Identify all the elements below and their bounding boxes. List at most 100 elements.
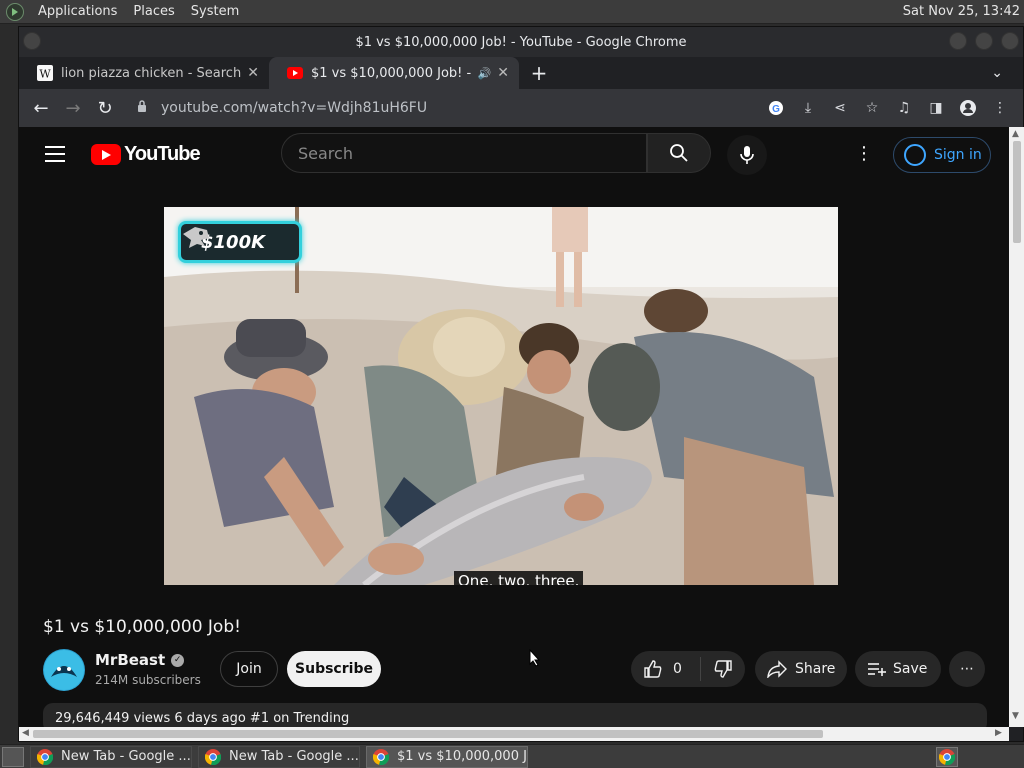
- share-arrow-icon: [767, 660, 787, 678]
- youtube-logo[interactable]: YouTube: [91, 143, 201, 166]
- google-lens-icon[interactable]: G: [763, 95, 789, 121]
- dinosaur-skull-icon: [183, 227, 209, 248]
- tab-search[interactable]: W lion piazza chicken - Search re ✕: [19, 57, 269, 89]
- new-tab-icon[interactable]: +: [525, 59, 553, 87]
- show-desktop-button[interactable]: [2, 746, 24, 767]
- speaker-icon[interactable]: 🔊: [478, 67, 492, 80]
- media-control-icon[interactable]: ♫: [891, 95, 917, 121]
- scroll-down-icon[interactable]: ▼: [1012, 711, 1019, 721]
- taskbar-item[interactable]: New Tab - Google ...: [30, 745, 192, 768]
- bottom-taskbar: New Tab - Google ... New Tab - Google ..…: [0, 744, 1024, 768]
- vertical-scrollbar[interactable]: ▲ ▼: [1009, 127, 1024, 727]
- window-menu-icon[interactable]: [23, 32, 41, 50]
- verified-check-icon: ✓: [171, 653, 185, 667]
- tab-title: lion piazza chicken - Search re: [61, 65, 242, 81]
- channel-row: MrBeast ✓ 214M subscribers Join Subscrib…: [43, 649, 993, 693]
- share-label: Share: [795, 661, 836, 677]
- tab-strip: W lion piazza chicken - Search re ✕ $1 v…: [19, 57, 1023, 89]
- channel-name-text[interactable]: MrBeast: [95, 651, 165, 669]
- top-panel: Applications Places System Sat Nov 25, 1…: [0, 0, 1024, 24]
- share-icon[interactable]: ⋖: [827, 95, 853, 121]
- save-button[interactable]: Save: [855, 651, 941, 687]
- system-menu[interactable]: System: [183, 4, 247, 19]
- search-input[interactable]: Search: [281, 133, 647, 173]
- thumbs-up-icon: [644, 660, 662, 678]
- subscribe-button[interactable]: Subscribe: [287, 651, 381, 687]
- video-frame: [164, 207, 838, 585]
- chrome-icon: [939, 749, 955, 765]
- scroll-right-icon[interactable]: ▶: [995, 728, 1002, 738]
- vertical-scroll-thumb[interactable]: [1013, 141, 1021, 243]
- hamburger-menu-icon[interactable]: [45, 146, 65, 162]
- chrome-icon: [373, 748, 389, 765]
- distro-logo-icon[interactable]: [6, 2, 24, 21]
- microphone-icon: [740, 146, 754, 164]
- like-count: 0: [673, 661, 682, 677]
- side-panel-icon[interactable]: ◨: [923, 95, 949, 121]
- youtube-play-icon: [91, 144, 121, 165]
- join-button[interactable]: Join: [220, 651, 278, 687]
- close-tab-icon[interactable]: ✕: [247, 65, 259, 81]
- more-actions-button[interactable]: ⋯: [949, 651, 985, 687]
- more-horizontal-icon: ⋯: [960, 661, 974, 677]
- url-text[interactable]: youtube.com/watch?v=Wdjh81uH6FU: [161, 100, 427, 116]
- taskbar-item[interactable]: New Tab - Google ...: [198, 745, 360, 768]
- panel-clock[interactable]: Sat Nov 25, 13:42: [903, 4, 1024, 19]
- window-titlebar[interactable]: $1 vs $10,000,000 Job! - YouTube - Googl…: [19, 27, 1023, 57]
- reload-icon[interactable]: ↻: [89, 92, 121, 124]
- channel-name[interactable]: MrBeast ✓: [95, 651, 185, 669]
- like-button[interactable]: 0: [631, 657, 701, 681]
- tab-youtube[interactable]: $1 vs $10,000,000 Job! - Y 🔊 ✕: [269, 57, 519, 89]
- window-title: $1 vs $10,000,000 Job! - YouTube - Googl…: [355, 34, 687, 50]
- search-icon: [670, 144, 688, 162]
- chrome-icon: [37, 748, 53, 765]
- back-icon[interactable]: ←: [25, 92, 57, 124]
- places-menu[interactable]: Places: [125, 4, 182, 19]
- svg-text:G: G: [772, 104, 780, 115]
- share-button[interactable]: Share: [755, 651, 847, 687]
- scroll-left-icon[interactable]: ◀: [22, 728, 29, 738]
- chrome-menu-icon[interactable]: ⋮: [987, 95, 1013, 121]
- minimize-icon[interactable]: [949, 32, 967, 50]
- settings-more-icon[interactable]: ⋮: [855, 143, 873, 164]
- profile-icon[interactable]: [955, 95, 981, 121]
- search-placeholder: Search: [298, 143, 353, 163]
- address-bar[interactable]: youtube.com/watch?v=Wdjh81uH6FU: [127, 93, 757, 123]
- close-tab-icon[interactable]: ✕: [497, 65, 509, 81]
- taskbar-item-label: New Tab - Google ...: [229, 749, 359, 764]
- voice-search-button[interactable]: [727, 135, 767, 175]
- channel-avatar[interactable]: [43, 649, 85, 691]
- search-button[interactable]: [647, 133, 711, 173]
- tray-chrome-icon[interactable]: [936, 747, 958, 767]
- omnibox-actions: G ⤓ ⋖ ☆ ♫ ◨ ⋮: [763, 95, 1013, 121]
- horizontal-scroll-thumb[interactable]: [33, 730, 823, 738]
- bookmark-star-icon[interactable]: ☆: [859, 95, 885, 121]
- prize-badge: $100K: [178, 221, 302, 263]
- dislike-button[interactable]: [701, 659, 745, 679]
- page-viewport: YouTube Search ⋮ Sign in $100K One, two,…: [19, 127, 1009, 727]
- scroll-up-icon[interactable]: ▲: [1012, 129, 1019, 139]
- horizontal-scrollbar[interactable]: ◀ ▶: [19, 727, 1009, 741]
- taskbar-item-label: New Tab - Google ...: [61, 749, 191, 764]
- chrome-window: $1 vs $10,000,000 Job! - YouTube - Googl…: [18, 26, 1024, 742]
- sign-in-button[interactable]: Sign in: [893, 137, 991, 173]
- video-player[interactable]: $100K One, two, three.: [164, 207, 838, 585]
- install-app-icon[interactable]: ⤓: [795, 95, 821, 121]
- lock-icon[interactable]: [137, 100, 151, 116]
- subscriber-count: 214M subscribers: [95, 673, 201, 687]
- mouse-cursor-icon: [529, 649, 541, 667]
- like-dislike-group: 0: [631, 651, 745, 687]
- taskbar-item-label: $1 vs $10,000,000 J...: [397, 749, 528, 764]
- close-window-icon[interactable]: [1001, 32, 1019, 50]
- description-box[interactable]: 29,646,449 views 6 days ago #1 on Trendi…: [43, 703, 987, 727]
- chevron-down-icon[interactable]: ⌄: [991, 65, 1003, 81]
- youtube-header: YouTube Search ⋮ Sign in: [19, 127, 1009, 183]
- video-title: $1 vs $10,000,000 Job!: [43, 617, 241, 637]
- save-label: Save: [893, 661, 928, 677]
- forward-icon[interactable]: →: [57, 92, 89, 124]
- taskbar-item-active[interactable]: $1 vs $10,000,000 J...: [366, 745, 528, 768]
- applications-menu[interactable]: Applications: [30, 4, 125, 19]
- maximize-icon[interactable]: [975, 32, 993, 50]
- youtube-wordmark: YouTube: [124, 143, 201, 165]
- chrome-icon: [205, 748, 221, 765]
